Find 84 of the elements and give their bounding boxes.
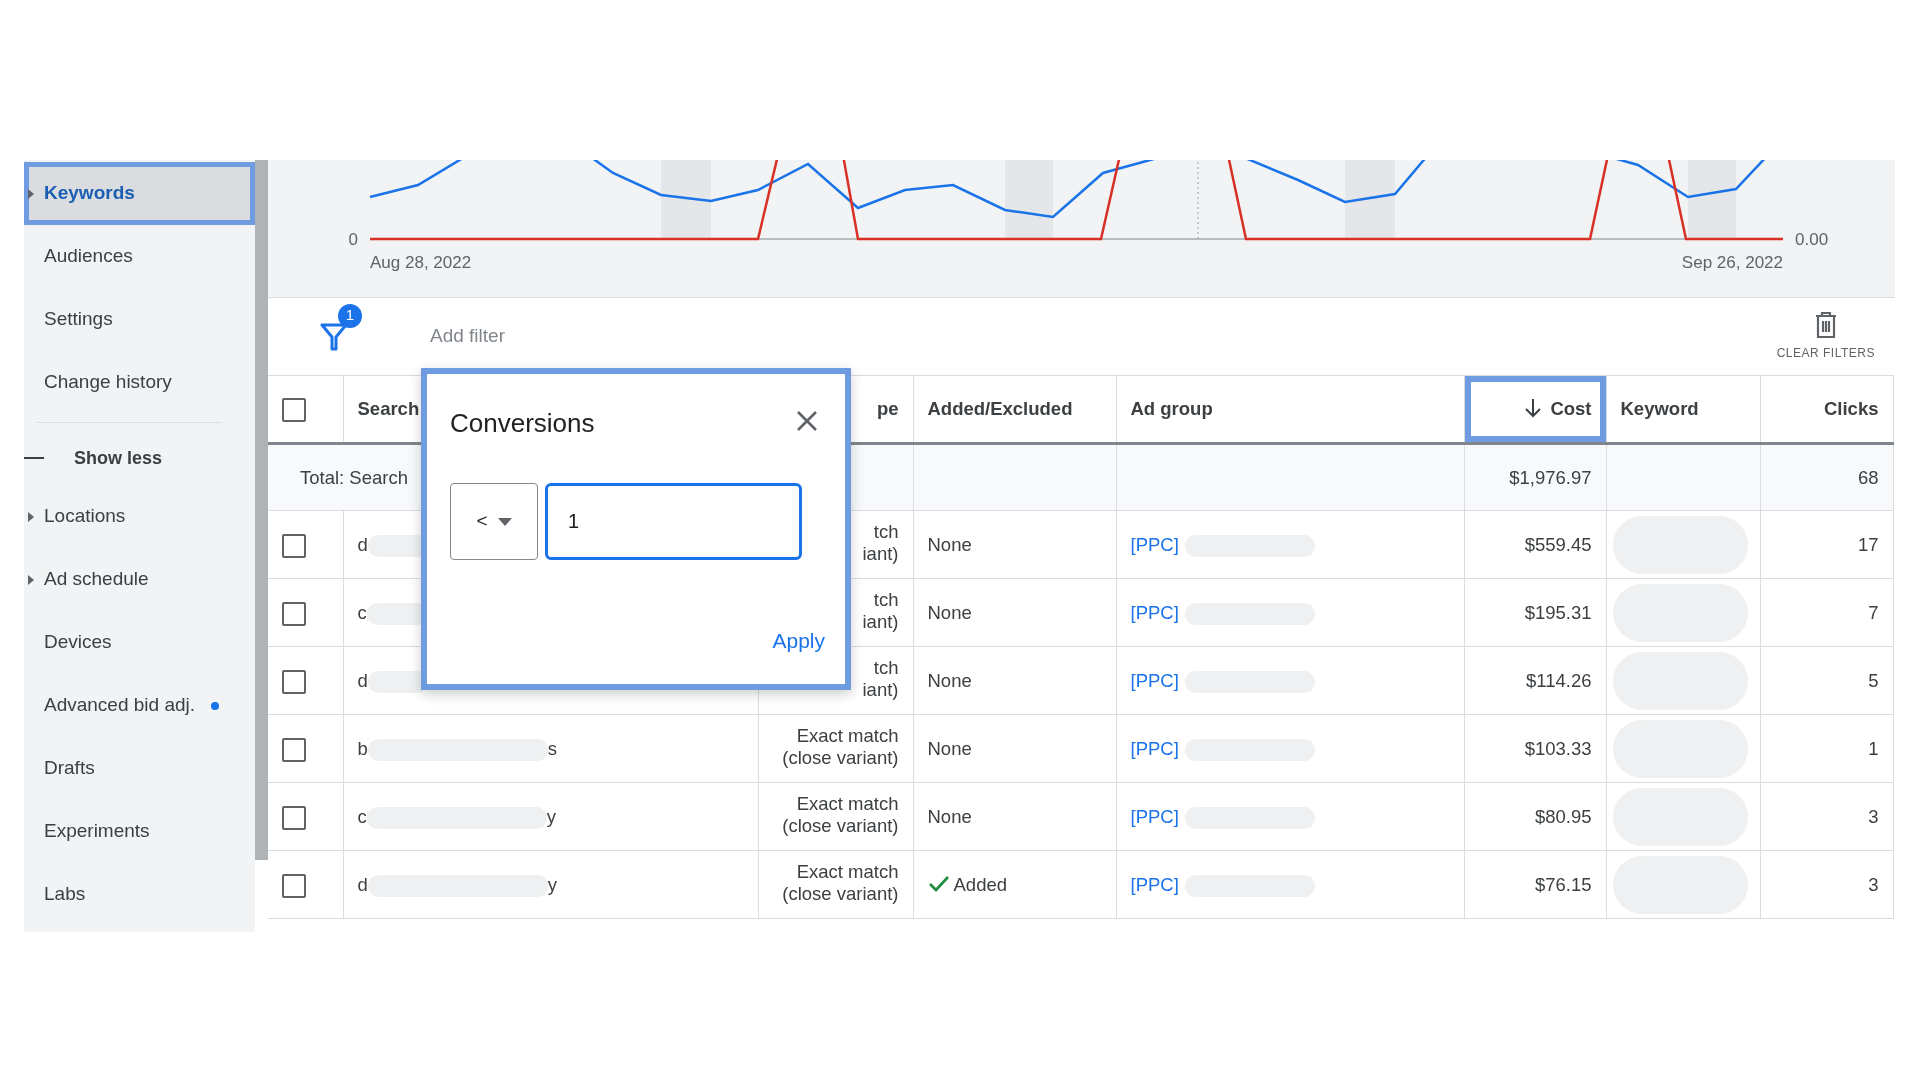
table-cell: 1 [1760,714,1893,783]
table-cell: $103.33 [1464,714,1606,783]
sidebar-item[interactable]: Labs [24,863,255,926]
search-term-text: s [547,737,558,759]
dash-icon [24,457,44,459]
status-text: None [927,805,972,827]
total-label: Total: Search [300,466,408,488]
checkbox[interactable] [282,398,306,423]
add-filter-field[interactable]: Add filter [428,321,828,352]
match-type-text: tch iant) [862,657,899,702]
table-cell: 68 [1760,443,1893,511]
table-cell: $195.31 [1464,578,1606,647]
checkbox[interactable] [282,873,306,898]
sort-arrow-icon [1524,398,1543,419]
caret-icon [28,188,34,199]
ad-group-link[interactable]: [PPC] [1130,533,1179,555]
sidebar-item[interactable]: Advanced bid adj. [24,674,255,737]
sidebar-item[interactable]: Locations [24,485,255,548]
table-cell: $76.15 [1464,850,1606,919]
table-cell: $559.45 [1464,510,1606,579]
filter-count-badge: 1 [338,303,362,328]
search-term-text: b [357,737,368,759]
checkbox[interactable] [282,737,306,762]
caret-icon [28,511,34,522]
table-cell: $80.95 [1464,782,1606,851]
caret-icon [497,517,512,526]
dialog-title: Conversions [450,407,595,440]
status-text: None [927,669,972,691]
match-type-text: Exact match (close variant) [782,861,899,906]
value-input[interactable]: 1 [545,483,802,560]
ad-group-link[interactable]: [PPC] [1130,873,1179,895]
ad-group-link[interactable]: [PPC] [1130,737,1179,759]
date-label: Sep 26, 2022 [1681,253,1783,272]
checkbox[interactable] [282,533,306,558]
table-cell: $114.26 [1464,646,1606,715]
search-term-text: y [546,805,556,827]
sidebar-item[interactable]: Ad schedule [24,548,255,611]
table-cell: 5 [1760,646,1893,715]
sidebar-item[interactable]: Keywords [24,162,255,225]
show-less-toggle[interactable]: Show less [74,444,163,472]
sidebar-item[interactable]: Experiments [24,800,255,863]
sidebar-item[interactable]: Drafts [24,737,255,800]
search-term-text: y [547,873,558,895]
sidebar-item[interactable]: Change history [24,351,255,414]
search-term-text: d [357,669,368,691]
close-icon[interactable] [795,408,819,432]
match-type-text: Exact match (close variant) [782,725,899,770]
ad-group-link[interactable]: [PPC] [1130,805,1179,827]
checkbox[interactable] [282,669,306,694]
search-term-text: d [357,873,368,895]
search-term-text: d [357,533,368,555]
axis-tick-label: 0 [348,230,358,249]
status-text: Added [953,873,1007,895]
sidebar-item[interactable]: Audiences [24,225,255,288]
table-cell: 3 [1760,850,1893,919]
check-icon [927,874,950,893]
table-cell: 17 [1760,510,1893,579]
search-term-text: c [357,805,367,827]
status-text: None [927,601,972,623]
clear-filters-button[interactable]: CLEAR FILTERS [1776,311,1875,362]
search-term-text: c [357,601,367,623]
status-text: None [927,737,972,759]
status-dot [211,701,220,710]
ad-group-link[interactable]: [PPC] [1130,601,1179,623]
sidebar-item[interactable]: Settings [24,288,255,351]
match-type-text: tch iant) [862,521,899,566]
table-cell: 3 [1760,782,1893,851]
filter-icon[interactable] [320,321,348,352]
date-label: Aug 28, 2022 [370,253,472,272]
table-cell: $1,976.97 [1464,443,1606,511]
checkbox[interactable] [282,805,306,830]
match-type-text: Exact match (close variant) [782,793,899,838]
sidebar-item[interactable]: Devices [24,611,255,674]
match-type-text: tch iant) [862,589,899,634]
checkbox[interactable] [282,601,306,626]
status-text: None [927,533,972,555]
axis-tick-label: 0.00 [1795,230,1829,249]
apply-button[interactable]: Apply [772,624,825,656]
caret-icon [28,574,34,585]
ad-group-link[interactable]: [PPC] [1130,669,1179,691]
operator-dropdown[interactable]: < [450,483,538,560]
trash-icon [1814,311,1837,338]
table-cell: 7 [1760,578,1893,647]
scrollbar[interactable] [255,160,268,860]
